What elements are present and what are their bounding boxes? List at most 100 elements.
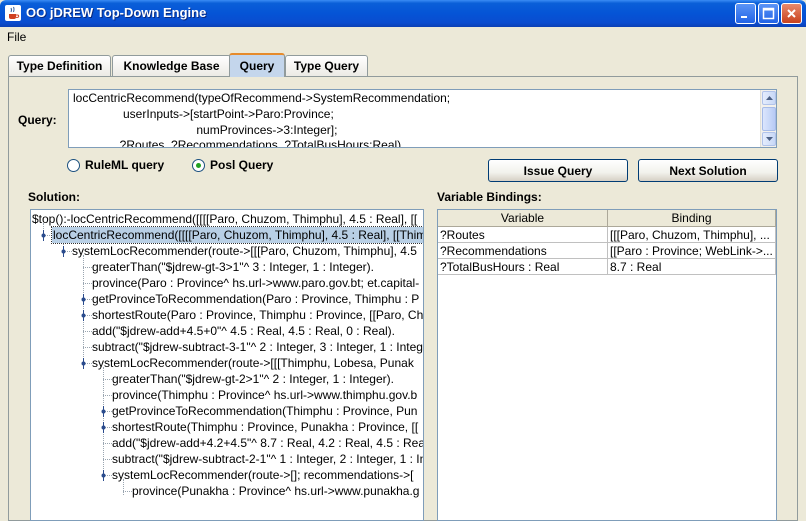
close-button[interactable]	[781, 3, 802, 24]
tree-branch-line	[103, 459, 112, 460]
tree-node-label: add("$jdrew-add+4.5+0"^ 4.5 : Real, 4.5 …	[92, 324, 395, 338]
tree-node[interactable]: greaterThan("$jdrew-gt-3>1"^ 3 : Integer…	[31, 259, 423, 275]
tree-node[interactable]: shortestRoute(Thimphu : Province, Punakh…	[31, 419, 423, 435]
tree-node[interactable]: subtract("$jdrew-subtract-3-1"^ 2 : Inte…	[31, 339, 423, 355]
tree-node-label: $top():-locCentricRecommend([[[[Paro, Ch…	[32, 212, 418, 226]
tab-query[interactable]: Query	[229, 53, 285, 77]
arrow-down-icon	[765, 137, 773, 141]
table-cell-variable[interactable]: ?Recommendations	[438, 243, 608, 259]
variable-bindings-label: Variable Bindings:	[437, 190, 542, 204]
tree-node-label: getProvinceToRecommendation(Paro : Provi…	[92, 292, 420, 306]
tree-node-label: getProvinceToRecommendation(Thimphu : Pr…	[112, 404, 418, 418]
tree-node-label: greaterThan("$jdrew-gt-3>1"^ 3 : Integer…	[92, 260, 374, 274]
tree-branch-line	[103, 379, 112, 380]
tree-collapse-icon[interactable]	[58, 246, 69, 257]
tree-node[interactable]: subtract("$jdrew-subtract-2-1"^ 1 : Inte…	[31, 451, 424, 467]
tree-node[interactable]: getProvinceToRecommendation(Thimphu : Pr…	[31, 403, 423, 419]
tree-branch-line	[123, 491, 132, 492]
posl-query-radio[interactable]: Posl Query	[192, 158, 273, 172]
tree-node[interactable]: shortestRoute(Paro : Province, Thimphu :…	[31, 307, 424, 323]
tree-node[interactable]: province(Punakha : Province^ hs.url->www…	[31, 483, 423, 499]
tree-node[interactable]: add("$jdrew-add+4.5+0"^ 4.5 : Real, 4.5 …	[31, 323, 423, 339]
scroll-up-button[interactable]	[762, 91, 776, 105]
tree-branch-line	[83, 331, 92, 332]
ruleml-query-label: RuleML query	[85, 158, 165, 172]
tree-collapse-icon[interactable]	[98, 422, 109, 433]
menu-bar: File	[0, 27, 806, 47]
maximize-button[interactable]	[758, 3, 779, 24]
tree-node-label: locCentricRecommend([[[[Paro, Chuzom, Th…	[50, 226, 423, 244]
tab-knowledge-base[interactable]: Knowledge Base	[112, 55, 231, 76]
variable-bindings-table: Variable Binding ?Routes [[[Paro, Chuzom…	[437, 209, 777, 521]
window-title: OO jDREW Top-Down Engine	[26, 5, 207, 20]
tree-collapse-icon[interactable]	[38, 230, 49, 241]
tree-node-label: province(Thimphu : Province^ hs.url->www…	[112, 388, 418, 402]
java-cup-icon	[5, 5, 21, 21]
solution-tree[interactable]: $top():-locCentricRecommend([[[[Paro, Ch…	[30, 209, 424, 521]
tree-node-label: shortestRoute(Thimphu : Province, Punakh…	[112, 420, 419, 434]
scroll-down-button[interactable]	[762, 132, 776, 146]
scroll-thumb[interactable]	[762, 107, 776, 131]
tree-branch-line	[83, 347, 92, 348]
minimize-icon	[741, 16, 747, 18]
tab-type-query[interactable]: Type Query	[285, 55, 368, 76]
tree-node-label: systemLocRecommender(route->[[[Paro, Chu…	[72, 244, 417, 258]
radio-circle	[67, 158, 80, 172]
tree-branch-line	[83, 267, 92, 268]
tab-type-definition[interactable]: Type Definition	[8, 55, 111, 76]
column-header-binding[interactable]: Binding	[608, 210, 776, 227]
tree-node-label: systemLocRecommender(route->[]; recommen…	[112, 468, 414, 482]
tree-node[interactable]: $top():-locCentricRecommend([[[[Paro, Ch…	[31, 211, 423, 227]
tree-node-label: subtract("$jdrew-subtract-3-1"^ 2 : Inte…	[92, 340, 423, 354]
tree-node[interactable]: province(Paro : Province^ hs.url->www.pa…	[31, 275, 423, 291]
tree-node[interactable]: systemLocRecommender(route->[[[Thimphu, …	[31, 355, 423, 371]
tree-node[interactable]: greaterThan("$jdrew-gt-2>1"^ 2 : Integer…	[31, 371, 423, 387]
table-cell-binding[interactable]: [[Paro : Province; WebLink->...	[608, 243, 776, 259]
maximize-icon	[762, 7, 775, 20]
minimize-button[interactable]	[735, 3, 756, 24]
tree-node-label: province(Paro : Province^ hs.url->www.pa…	[92, 276, 420, 290]
query-line: numProvinces->3:Integer];	[73, 123, 338, 137]
tree-collapse-icon[interactable]	[78, 358, 89, 369]
tree-node[interactable]: systemLocRecommender(route->[[[Paro, Chu…	[31, 243, 423, 259]
table-cell-variable[interactable]: ?Routes	[438, 227, 608, 243]
tree-node[interactable]: province(Thimphu : Province^ hs.url->www…	[31, 387, 423, 403]
tree-node-label: province(Punakha : Province^ hs.url->www…	[132, 484, 420, 498]
tree-node-label: systemLocRecommender(route->[[[Thimphu, …	[92, 356, 414, 370]
tree-branch-line	[103, 395, 112, 396]
close-icon	[787, 9, 796, 18]
tree-node[interactable]: systemLocRecommender(route->[]; recommen…	[31, 467, 423, 483]
table-cell-binding[interactable]: 8.7 : Real	[608, 259, 776, 275]
ruleml-query-radio[interactable]: RuleML query	[67, 158, 164, 172]
tree-collapse-icon[interactable]	[78, 310, 89, 321]
tree-node-label: greaterThan("$jdrew-gt-2>1"^ 2 : Integer…	[112, 372, 394, 386]
solution-label: Solution:	[28, 190, 80, 204]
title-bar[interactable]: OO jDREW Top-Down Engine	[0, 0, 806, 27]
next-solution-button[interactable]: Next Solution	[638, 159, 778, 182]
column-header-variable[interactable]: Variable	[438, 210, 608, 227]
query-line: userInputs->[startPoint->Paro:Province;	[73, 107, 334, 121]
query-scrollbar[interactable]	[760, 90, 776, 147]
tree-branch-line	[103, 443, 112, 444]
query-line: locCentricRecommend(typeOfRecommend->Sys…	[73, 91, 451, 105]
tree-node-label: shortestRoute(Paro : Province, Thimphu :…	[92, 308, 424, 322]
query-input[interactable]: locCentricRecommend(typeOfRecommend->Sys…	[68, 89, 777, 148]
query-line: ?Routes, ?Recommendations, ?TotalBusHour…	[73, 138, 402, 148]
tree-collapse-icon[interactable]	[98, 406, 109, 417]
tree-node-label: add("$jdrew-add+4.2+4.5"^ 8.7 : Real, 4.…	[112, 436, 424, 450]
tree-node[interactable]: getProvinceToRecommendation(Paro : Provi…	[31, 291, 423, 307]
tree-node[interactable]: add("$jdrew-add+4.2+4.5"^ 8.7 : Real, 4.…	[31, 435, 424, 451]
query-label: Query:	[18, 113, 57, 127]
tree-node-label: subtract("$jdrew-subtract-2-1"^ 1 : Inte…	[112, 452, 424, 466]
menu-file[interactable]: File	[7, 30, 26, 44]
tree-collapse-icon[interactable]	[78, 294, 89, 305]
radio-circle-selected	[192, 158, 205, 172]
arrow-up-icon	[765, 96, 773, 100]
tree-collapse-icon[interactable]	[98, 470, 109, 481]
issue-query-button[interactable]: Issue Query	[488, 159, 628, 182]
tree-node[interactable]: locCentricRecommend([[[[Paro, Chuzom, Th…	[31, 226, 423, 244]
tree-branch-line	[83, 283, 92, 284]
table-cell-variable[interactable]: ?TotalBusHours : Real	[438, 259, 608, 275]
posl-query-label: Posl Query	[210, 158, 274, 172]
table-cell-binding[interactable]: [[[Paro, Chuzom, Thimphu], ...	[608, 227, 776, 243]
